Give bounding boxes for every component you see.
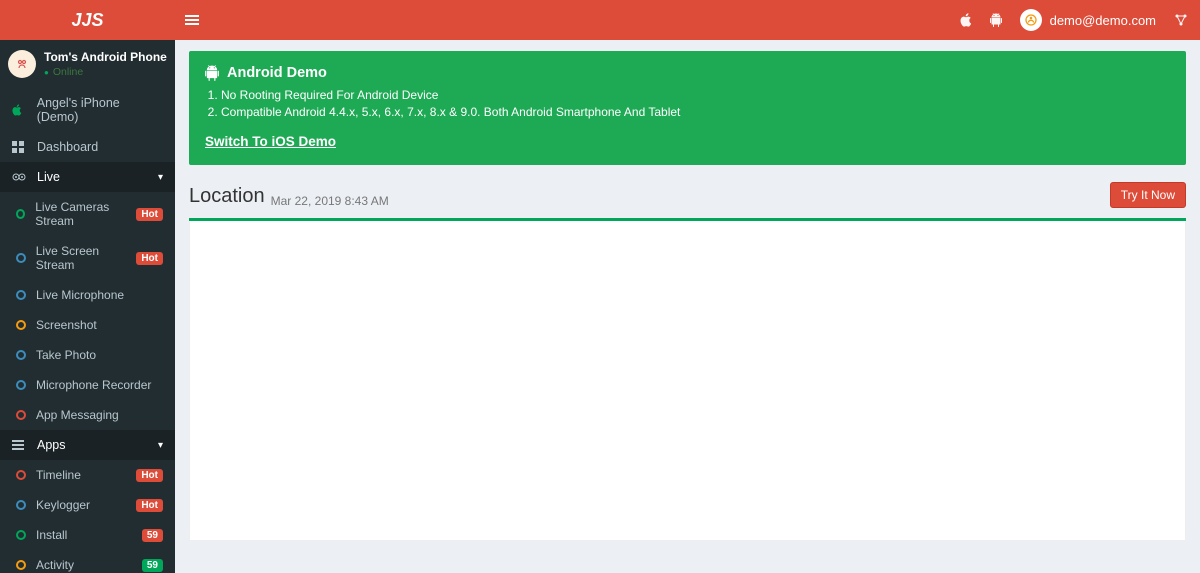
hot-badge: Hot — [136, 499, 163, 512]
ring-icon — [16, 560, 26, 570]
apple-icon[interactable] — [960, 13, 972, 27]
list-icon — [12, 440, 30, 450]
sidebar-item-label: Live Microphone — [36, 288, 124, 302]
dashboard-icon — [12, 141, 30, 153]
sidebar-item-label: Dashboard — [37, 140, 98, 154]
section-label: Live — [37, 170, 60, 184]
sidebar-subitem[interactable]: Live Microphone — [0, 280, 175, 310]
sidebar-subitem[interactable]: Install 59 — [0, 520, 175, 550]
sidebar-item-label: Timeline — [36, 468, 81, 482]
sidebar-section-apps[interactable]: Apps ▾ — [0, 430, 175, 460]
sidebar-subitem[interactable]: Live Cameras StreamHot — [0, 192, 175, 236]
ring-icon — [16, 500, 26, 510]
topbar: JJS demo@demo.com — [0, 0, 1200, 40]
callout-title: Android Demo — [205, 65, 1170, 81]
sidebar-subitem[interactable]: App Messaging — [0, 400, 175, 430]
page-title: Location — [189, 185, 265, 208]
page-header: Location Mar 22, 2019 8:43 AM Try It Now — [175, 176, 1200, 218]
device-status: ●Online — [44, 66, 167, 78]
sidebar-subitem[interactable]: Keylogger Hot — [0, 490, 175, 520]
callout-title-text: Android Demo — [227, 65, 327, 81]
page-timestamp: Mar 22, 2019 8:43 AM — [271, 194, 389, 208]
sidebar-item-label: Live Cameras Stream — [35, 200, 136, 228]
sidebar-subitem[interactable]: Screenshot — [0, 310, 175, 340]
sidebar-subitem[interactable]: Timeline Hot — [0, 460, 175, 490]
callout-list: No Rooting Required For Android Device C… — [221, 87, 1170, 121]
sidebar-user-panel: Tom's Android Phone ●Online — [0, 40, 175, 88]
device-avatar-icon — [8, 50, 36, 78]
sidebar-item-label: Activity — [36, 558, 74, 572]
apple-icon — [12, 104, 30, 116]
ring-icon — [16, 290, 26, 300]
hot-badge: Hot — [136, 252, 163, 265]
content-area: Android Demo No Rooting Required For And… — [175, 0, 1200, 573]
demo-callout: Android Demo No Rooting Required For And… — [189, 51, 1186, 165]
count-badge: 59 — [142, 529, 163, 542]
section-label: Apps — [37, 438, 66, 452]
chevron-down-icon: ▾ — [158, 440, 163, 451]
device-name: Tom's Android Phone — [44, 50, 167, 64]
user-menu[interactable]: demo@demo.com — [1020, 9, 1156, 31]
callout-line-1: No Rooting Required For Android Device — [221, 87, 1170, 104]
sidebar-item-label: Microphone Recorder — [36, 378, 151, 392]
eye-icon — [12, 173, 30, 181]
switch-demo-link[interactable]: Switch To iOS Demo — [205, 134, 336, 149]
android-icon[interactable] — [990, 13, 1002, 27]
user-avatar-icon — [1020, 9, 1042, 31]
ring-icon — [16, 470, 26, 480]
sidebar-subitem[interactable]: Take Photo — [0, 340, 175, 370]
ring-icon — [16, 350, 26, 360]
ring-icon — [16, 380, 26, 390]
chevron-down-icon: ▾ — [158, 172, 163, 183]
sidebar: Tom's Android Phone ●Online Angel's iPho… — [0, 40, 175, 573]
ring-icon — [16, 320, 26, 330]
hot-badge: Hot — [136, 469, 163, 482]
menu-toggle-icon[interactable] — [175, 15, 205, 25]
sidebar-item-angel-iphone[interactable]: Angel's iPhone (Demo) — [0, 88, 175, 132]
sidebar-item-label: App Messaging — [36, 408, 119, 422]
sidebar-subitem[interactable]: Live Screen StreamHot — [0, 236, 175, 280]
user-email-label: demo@demo.com — [1050, 13, 1156, 28]
ring-icon — [16, 253, 26, 263]
content-panel — [189, 221, 1186, 541]
sidebar-subitem[interactable]: Activity 59 — [0, 550, 175, 573]
sidebar-item-dashboard[interactable]: Dashboard — [0, 132, 175, 162]
ring-icon — [16, 410, 26, 420]
android-icon — [205, 65, 219, 81]
callout-line-2: Compatible Android 4.4.x, 5.x, 6.x, 7.x,… — [221, 104, 1170, 121]
ring-icon — [16, 530, 26, 540]
topbar-right: demo@demo.com — [960, 9, 1200, 31]
sidebar-item-label: Angel's iPhone (Demo) — [37, 96, 163, 124]
try-it-now-button[interactable]: Try It Now — [1110, 182, 1186, 208]
sidebar-item-label: Take Photo — [36, 348, 96, 362]
sidebar-item-label: Install — [36, 528, 67, 542]
sidebar-section-live[interactable]: Live ▾ — [0, 162, 175, 192]
brand-logo[interactable]: JJS — [0, 0, 175, 40]
ring-icon — [16, 209, 25, 219]
sidebar-item-label: Keylogger — [36, 498, 90, 512]
sidebar-item-label: Live Screen Stream — [36, 244, 137, 272]
sidebar-item-label: Screenshot — [36, 318, 97, 332]
sidebar-subitem[interactable]: Microphone Recorder — [0, 370, 175, 400]
settings-icon[interactable] — [1174, 13, 1188, 27]
hot-badge: Hot — [136, 208, 163, 221]
count-badge: 59 — [142, 559, 163, 572]
